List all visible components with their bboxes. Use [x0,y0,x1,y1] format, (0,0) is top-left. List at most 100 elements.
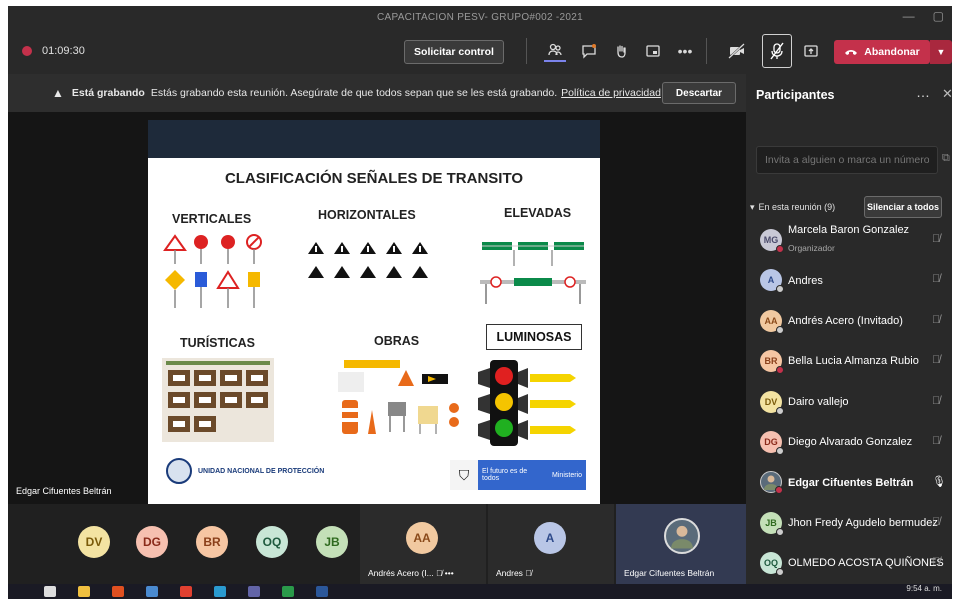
participant-name: Marcela Baron Gonzalez [788,224,910,236]
slide-header-bar [148,120,600,158]
participant-row[interactable]: MG Marcela Baron Gonzalez Organizador 🎙̸ [746,220,952,260]
taskbar-clock: 9:54 a. m. [906,584,942,593]
participants-icon[interactable] [544,40,566,62]
request-control-button[interactable]: Solicitar control [404,40,504,64]
avatar: AA [406,522,438,554]
participant-row[interactable]: DV Dairo vallejo 🎙̸ [746,382,952,422]
minimize-icon[interactable]: — [903,9,915,23]
recording-indicator: 01:09:30 [22,45,85,57]
participant-role: Organizador [788,243,835,253]
collapse-chevron-icon: ▾ [750,202,755,212]
more-options-icon[interactable]: ••• [674,40,696,62]
participant-row[interactable]: A Andres 🎙̸ [746,260,952,300]
video-tile[interactable]: AA Andrés Acero (I... 🎙̸ ••• [360,504,486,584]
toolbar-divider [706,38,707,64]
meeting-timer: 01:09:30 [42,45,85,57]
horizontal-signs-image [308,242,428,278]
warning-icon: ▲ [52,86,64,100]
privacy-link[interactable]: Política de privacidad [561,87,661,99]
tile-label: Edgar Cifuentes Beltrán [624,568,715,578]
category-verticales: VERTICALES [172,212,252,226]
meeting-toolbar: 01:09:30 Solicitar control ••• Abandonar… [8,28,952,74]
office-icon[interactable] [112,586,124,597]
mic-off-icon: 🎙̸ [932,233,941,245]
participant-name: Andres [788,274,823,287]
leave-button[interactable]: Abandonar [834,40,930,64]
mic-muted-button[interactable] [762,34,792,68]
folder-icon[interactable] [78,586,90,597]
search-icon[interactable] [44,586,56,597]
mic-off-icon: 🎙̸ [932,354,941,367]
avatar: OQ [760,552,784,577]
unp-logo: UNIDAD NACIONAL DE PROTECCIÓN [166,458,324,484]
share-screen-icon[interactable] [800,40,822,62]
shared-content-stage: CLASIFICACIÓN SEÑALES DE TRANSITO VERTIC… [8,112,746,504]
participant-name: OLMEDO ACOSTA QUIÑONES [788,557,944,570]
in-meeting-label: En esta reunión (9) [758,202,836,212]
avatar[interactable]: OQ [256,526,288,558]
toolbar-divider [526,38,527,64]
tile-label: Andres 🎙̸ [496,568,532,578]
video-strip: DV DG BR OQ JB AA Andrés Acero (I... 🎙̸ … [8,504,746,584]
panel-more-icon[interactable]: … [916,84,930,100]
participant-row[interactable]: DG Diego Alvarado Gonzalez 🎙̸ [746,422,952,462]
avatar: DV [760,390,784,415]
vertical-signs-image [163,234,262,308]
maximize-icon[interactable]: ▢ [933,9,944,23]
banner-message: Estás grabando esta reunión. Asegúrate d… [150,87,558,99]
raise-hand-icon[interactable] [610,40,632,62]
leave-options-chevron-icon[interactable]: ▼ [930,40,952,64]
participant-name: Dairo vallejo [788,395,849,408]
avatar[interactable]: DV [78,526,110,558]
panel-title: Participantes [756,88,835,102]
elevated-signs-image [480,242,586,304]
avatar[interactable]: DG [136,526,168,558]
mic-off-icon: 🎙̸ [932,434,941,447]
category-luminosas: LUMINOSAS [486,324,582,350]
teams-icon[interactable] [248,586,260,597]
mute-all-button[interactable]: Silenciar a todos [864,196,942,218]
chat-icon[interactable] [578,40,600,62]
tile-label: Andrés Acero (I... 🎙̸ ••• [368,568,454,578]
participant-row[interactable]: Edgar Cifuentes Beltrán 🎙 [746,462,952,502]
participant-name: Diego Alvarado Gonzalez [788,436,913,449]
gov-slogan: El futuro es de todos [482,468,528,482]
mic-off-icon: 🎙̸ [525,568,532,578]
avatar[interactable]: JB [316,526,348,558]
app-icon[interactable] [180,586,192,597]
category-elevadas: ELEVADAS [504,206,572,220]
taskbar-apps [44,586,328,597]
app-icon[interactable] [214,586,226,597]
avatar: JB [760,511,784,536]
participant-row[interactable]: JB Jhon Fredy Agudelo bermudez 🎙̸ [746,503,952,543]
participant-row[interactable]: AA Andrés Acero (Invitado) 🎙̸ [746,301,952,341]
video-tile[interactable]: Edgar Cifuentes Beltrán [616,504,746,584]
avatar: AA [760,309,784,334]
windows-taskbar: 9:54 a. m. [8,584,952,599]
invite-search-input[interactable] [756,146,938,174]
participant-list: MG Marcela Baron Gonzalez Organizador 🎙̸… [746,220,952,584]
excel-icon[interactable] [282,586,294,597]
avatar [760,471,783,495]
presenter-name: Edgar Cifuentes Beltrán [16,486,112,496]
dismiss-button[interactable]: Descartar [662,82,736,104]
word-icon[interactable] [316,586,328,597]
avatar[interactable]: BR [196,526,228,558]
phone-hangup-icon [844,48,858,56]
participant-row[interactable]: BR Bella Lucia Almanza Rubio 🎙̸ [746,341,952,381]
in-meeting-header[interactable]: ▾ En esta reunión (9) [750,202,835,213]
title-bar: CAPACITACION PESV- GRUPO#002 -2021 — ▢ [8,6,952,28]
avatar: A [760,269,784,294]
camera-off-icon[interactable] [726,40,748,62]
avatar: DG [760,430,784,455]
close-icon[interactable]: ✕ [942,86,952,102]
slide-title: CLASIFICACIÓN SEÑALES DE TRANSITO [224,170,524,187]
share-invite-icon[interactable]: ⧉ [942,152,950,165]
participant-row[interactable]: OQ OLMEDO ACOSTA QUIÑONES 🎙̸ [746,543,952,583]
browser-icon[interactable] [146,586,158,597]
breakout-rooms-icon[interactable] [642,40,664,62]
participant-name: Andrés Acero (Invitado) [788,314,903,327]
avatar: MG [760,229,784,253]
avatar: A [534,522,566,554]
video-tile[interactable]: A Andres 🎙̸ [488,504,614,584]
